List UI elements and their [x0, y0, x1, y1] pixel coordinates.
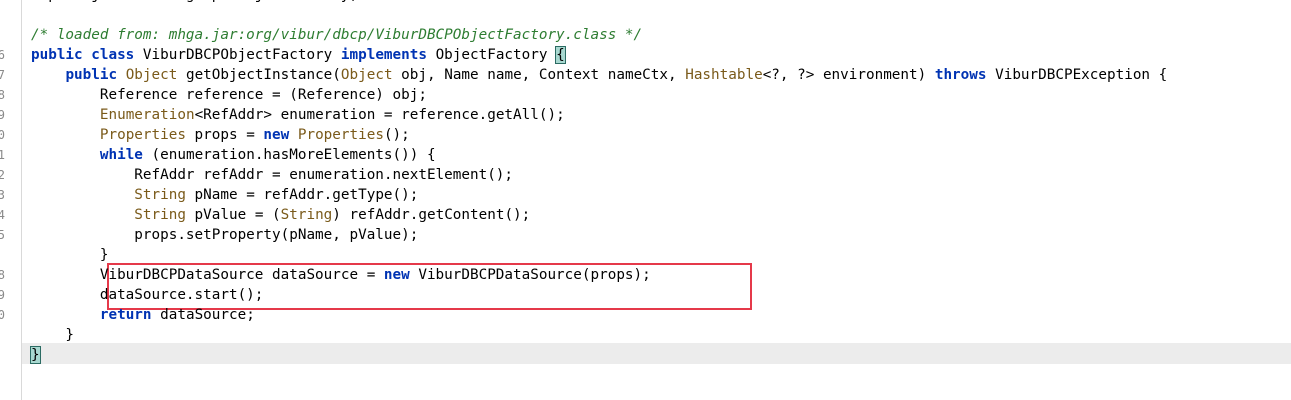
code-token: public class [31, 47, 135, 63]
code-token: import javax.naming.spi.ObjectFactory; [31, 0, 358, 3]
code-token: (enumeration.hasMoreElements()) { [142, 147, 436, 163]
line-number: 1 [0, 148, 5, 162]
line-number-gutter: 6 7 8 9 0 1 2 3 4 5 8 9 0 [0, 0, 22, 400]
code-line[interactable]: RefAddr refAddr = enumeration.nextElemen… [31, 165, 513, 185]
code-token: Enumeration [99, 107, 195, 123]
code-token: dataSource.start(); [31, 287, 264, 303]
code-token: /* loaded from: mhga.jar:org/vibur/dbcp/… [31, 27, 643, 43]
line-number: 8 [0, 268, 5, 282]
code-token: } [31, 327, 75, 343]
line-number: 7 [0, 68, 5, 82]
code-line[interactable]: props.setProperty(pName, pValue); [31, 225, 418, 245]
code-token: ViburDBCPObjectFactory [134, 47, 341, 63]
code-line[interactable]: dataSource.start(); [31, 285, 264, 305]
line-number: 0 [0, 308, 5, 322]
line-number: 9 [0, 108, 5, 122]
code-line[interactable]: public Object getObjectInstance(Object o… [31, 65, 1167, 85]
code-line[interactable]: /* loaded from: mhga.jar:org/vibur/dbcp/… [31, 25, 642, 45]
code-token: props = [185, 127, 264, 143]
code-line[interactable]: import javax.naming.spi.ObjectFactory; [31, 0, 358, 5]
code-token: return [99, 307, 152, 323]
line-number: 4 [0, 208, 5, 222]
code-token: ViburDBCPException { [986, 67, 1168, 83]
code-token: } [31, 247, 109, 263]
code-line[interactable]: String pName = refAddr.getType(); [31, 185, 418, 205]
line-number: 2 [0, 168, 5, 182]
current-line-highlight [22, 343, 1291, 364]
line-number: 5 [0, 228, 5, 242]
code-token: Object [340, 67, 393, 83]
code-token: new [263, 127, 290, 143]
code-token: dataSource; [151, 307, 255, 323]
code-token: Properties [99, 127, 186, 143]
code-line[interactable]: while (enumeration.hasMoreElements()) { [31, 145, 436, 165]
code-token: <RefAddr> enumeration = reference.getAll… [194, 107, 565, 123]
code-line[interactable]: ViburDBCPDataSource dataSource = new Vib… [31, 265, 651, 285]
code-line[interactable]: } [31, 325, 74, 345]
code-token: String [134, 187, 186, 203]
line-number: 0 [0, 128, 5, 142]
code-token: throws [934, 67, 987, 83]
code-token: public [65, 67, 118, 83]
code-token: Object [125, 67, 178, 83]
code-token: ViburDBCPDataSource dataSource = [31, 267, 384, 283]
code-token: obj, Name name, Context nameCtx, [392, 67, 686, 83]
code-token: Hashtable [685, 67, 763, 83]
code-line[interactable]: } [30, 345, 41, 365]
code-line[interactable]: return dataSource; [31, 305, 255, 325]
code-token: implements [340, 47, 427, 63]
code-token: Properties [297, 127, 384, 143]
code-token: Reference reference = (Reference) obj; [31, 87, 427, 103]
code-line[interactable]: public class ViburDBCPObjectFactory impl… [31, 45, 566, 65]
matched-brace: } [30, 346, 41, 364]
code-token: props.setProperty(pName, pValue); [31, 227, 419, 243]
code-token: while [99, 147, 143, 163]
code-editor[interactable]: import javax.naming.spi.ObjectFactory; /*… [22, 0, 1291, 400]
code-token: ObjectFactory [426, 47, 557, 63]
code-token: RefAddr refAddr = enumeration.nextElemen… [31, 167, 514, 183]
line-number: 3 [0, 188, 5, 202]
code-token: String [280, 207, 333, 223]
line-number: 6 [0, 48, 5, 62]
matched-brace: { [555, 46, 566, 64]
code-line[interactable]: String pValue = (String) refAddr.getCont… [31, 205, 530, 225]
code-token: <?, ?> environment) [762, 67, 935, 83]
code-token: ) refAddr.getContent(); [332, 207, 531, 223]
code-token: new [383, 267, 410, 283]
line-number: 8 [0, 88, 5, 102]
code-line[interactable]: Properties props = new Properties(); [31, 125, 410, 145]
code-line[interactable]: } [31, 245, 109, 265]
code-token: pValue = ( [185, 207, 281, 223]
code-token: getObjectInstance( [177, 67, 341, 83]
code-token: pName = refAddr.getType(); [185, 187, 419, 203]
code-line[interactable]: Enumeration<RefAddr> enumeration = refer… [31, 105, 565, 125]
code-token: (); [383, 127, 410, 143]
code-token: String [134, 207, 186, 223]
code-token: ViburDBCPDataSource(props); [409, 267, 651, 283]
line-number: 9 [0, 288, 5, 302]
code-line[interactable]: Reference reference = (Reference) obj; [31, 85, 427, 105]
